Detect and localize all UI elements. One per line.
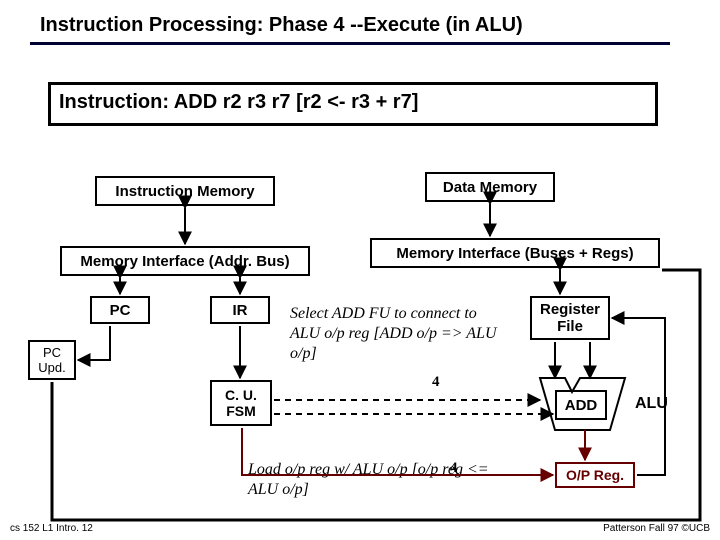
pc-update-block: PC Upd.	[28, 340, 76, 380]
page-title: Instruction Processing: Phase 4 --Execut…	[40, 14, 523, 37]
memory-interface-right-block: Memory Interface (Buses + Regs)	[370, 238, 660, 268]
alu-label: ALU	[635, 395, 668, 413]
cu-fsm-block: C. U. FSM	[210, 380, 272, 426]
register-file-block: Register File	[530, 296, 610, 340]
step-label-b: 4	[450, 460, 458, 477]
footer-right: Patterson Fall 97 ©UCB	[603, 523, 710, 534]
instruction-box: Instruction: ADD r2 r3 r7 [r2 <- r3 + r7…	[48, 82, 658, 126]
pc-block: PC	[90, 296, 150, 324]
title-underline	[30, 42, 670, 45]
step-label-a: 4	[432, 374, 440, 391]
memory-interface-left-block: Memory Interface (Addr. Bus)	[60, 246, 310, 276]
add-block: ADD	[555, 390, 607, 420]
ir-block: IR	[210, 296, 270, 324]
data-memory-block: Data Memory	[425, 172, 555, 202]
op-reg-block: O/P Reg.	[555, 462, 635, 488]
select-fu-annotation: Select ADD FU to connect to ALU o/p reg …	[290, 304, 500, 364]
instruction-memory-block: Instruction Memory	[95, 176, 275, 206]
load-reg-annotation: Load o/p reg w/ ALU o/p [o/p reg <= ALU …	[248, 460, 508, 500]
footer-left: cs 152 L1 Intro. 12	[10, 523, 93, 534]
